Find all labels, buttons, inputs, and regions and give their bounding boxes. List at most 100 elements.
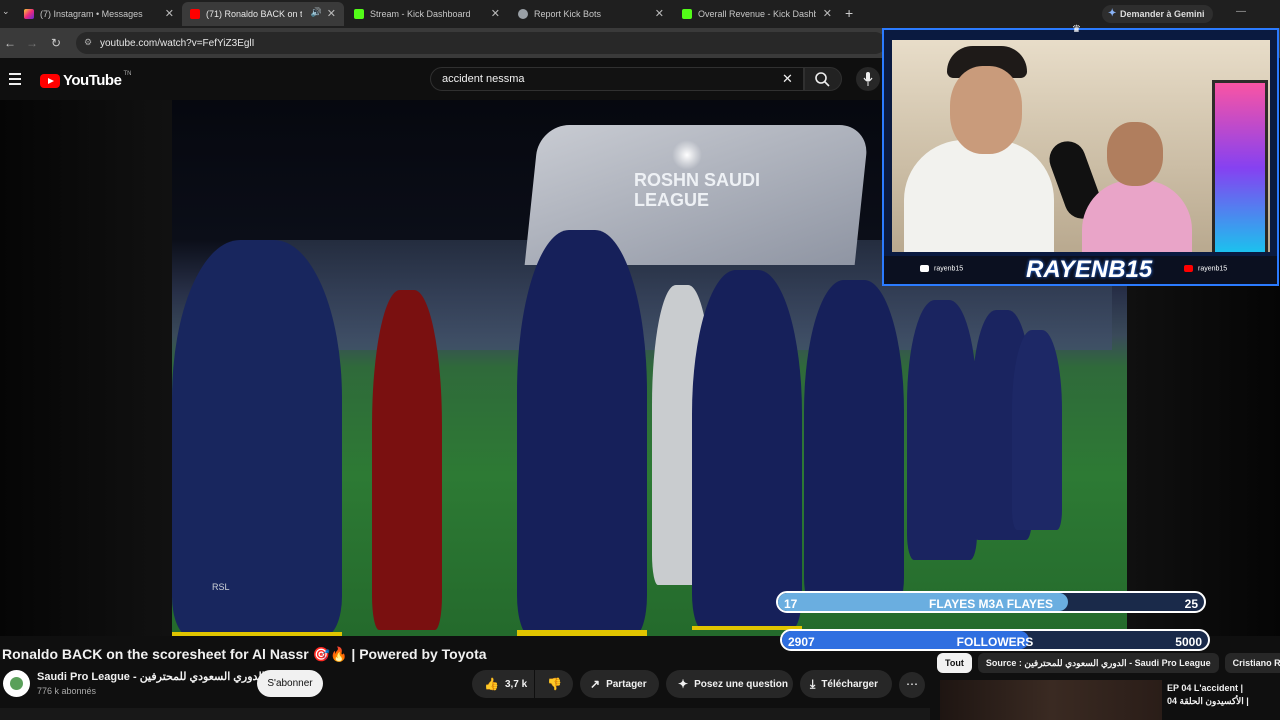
tab-label: Overall Revenue - Kick Dashbo bbox=[698, 9, 816, 19]
back-icon[interactable]: ← bbox=[4, 36, 16, 50]
youtube-handle: rayenb15 bbox=[1184, 265, 1227, 272]
goal-bar-flayes: 17 FLAYES M3A FLAYES 25 bbox=[776, 591, 1206, 613]
youtube-wordmark: YouTube bbox=[63, 72, 122, 89]
subscribe-button[interactable]: S'abonner bbox=[257, 670, 323, 697]
voice-search-button[interactable] bbox=[856, 67, 880, 91]
reload-icon[interactable]: ↻ bbox=[51, 36, 61, 50]
search-input[interactable]: accident nessma bbox=[430, 67, 804, 91]
streamer-body bbox=[904, 140, 1054, 252]
sparkle-icon: ✦ bbox=[1108, 8, 1117, 19]
menu-icon[interactable] bbox=[9, 73, 21, 88]
instagram-handle: rayenb15 bbox=[920, 265, 963, 272]
country-code: TN bbox=[123, 70, 132, 77]
subscriber-count: 776 k abonnés bbox=[37, 686, 97, 696]
tab-kick-stream[interactable]: Stream - Kick Dashboard ✕ bbox=[346, 2, 508, 26]
goal-target: 5000 bbox=[1175, 635, 1202, 649]
recommended-title[interactable]: EP 04 L'accident | الأكسيدون الحلقة 04 | bbox=[1167, 682, 1279, 708]
player-navy-4 bbox=[907, 300, 977, 560]
close-icon[interactable]: ✕ bbox=[327, 7, 336, 20]
forward-icon[interactable]: → bbox=[26, 36, 38, 50]
chevron-down-icon[interactable]: ⌄ bbox=[2, 6, 10, 17]
share-icon: ↗ bbox=[590, 677, 601, 691]
share-button[interactable]: ↗ Partager bbox=[580, 670, 659, 698]
tab-report-bots[interactable]: Report Kick Bots ✕ bbox=[510, 2, 672, 26]
download-icon: ⤓ bbox=[810, 676, 816, 691]
youtube-icon bbox=[190, 9, 200, 19]
chip-cristiano[interactable]: Cristiano R bbox=[1224, 653, 1280, 673]
chip-source[interactable]: Source : الدوري السعودي للمحترفين - Saud… bbox=[977, 653, 1219, 673]
goal-target: 25 bbox=[1184, 597, 1198, 611]
kick-icon bbox=[682, 9, 692, 19]
overlay-bottom-bar: rayenb15 RAYENB15 rayenb15 bbox=[884, 256, 1277, 284]
tab-instagram[interactable]: (7) Instagram • Messages ✕ bbox=[16, 2, 182, 26]
tab-label: (71) Ronaldo BACK on the s bbox=[206, 9, 302, 19]
microphone-icon bbox=[863, 72, 873, 86]
gemini-label: Demander à Gemini bbox=[1120, 9, 1205, 19]
clear-search-icon[interactable]: ✕ bbox=[782, 71, 793, 87]
channel-name[interactable]: Saudi Pro League - الدوري السعودي للمحتر… bbox=[37, 670, 273, 683]
instagram-icon bbox=[24, 9, 34, 19]
browser-tab-strip: ⌄ (7) Instagram • Messages ✕ (71) Ronald… bbox=[0, 0, 1280, 28]
player-navy-6 bbox=[1012, 330, 1062, 530]
chip-all[interactable]: Tout bbox=[937, 653, 972, 673]
search-icon bbox=[815, 72, 830, 87]
arch-text: ROSHN SAUDI LEAGUE bbox=[634, 170, 761, 210]
like-count: 3,7 k bbox=[504, 678, 528, 690]
sparkle-icon: ✦ bbox=[678, 677, 689, 691]
player-navy-2 bbox=[692, 270, 802, 630]
recommended-thumbnail[interactable] bbox=[940, 680, 1162, 720]
download-button[interactable]: ⤓ Télécharger bbox=[800, 670, 892, 698]
ask-label: Posez une question bbox=[694, 678, 788, 690]
tab-label: Report Kick Bots bbox=[534, 9, 602, 19]
guest-head bbox=[1107, 122, 1163, 186]
kick-icon bbox=[354, 9, 364, 19]
globe-icon bbox=[518, 9, 528, 19]
streamer-brand: RAYENB15 bbox=[1026, 256, 1153, 283]
site-info-icon[interactable]: ⚙ bbox=[84, 37, 92, 48]
instagram-icon bbox=[920, 265, 929, 272]
handle-right-text: rayenb15 bbox=[1198, 265, 1228, 273]
more-actions-icon[interactable]: ⋯ bbox=[899, 672, 925, 698]
floodlight bbox=[672, 140, 702, 170]
close-icon[interactable]: ✕ bbox=[823, 7, 832, 20]
close-icon[interactable]: ✕ bbox=[655, 7, 664, 20]
like-button[interactable]: 👍 3,7 k bbox=[472, 670, 534, 698]
new-tab-button[interactable]: + bbox=[845, 5, 853, 21]
goal-label: FLAYES M3A FLAYES bbox=[928, 597, 1054, 611]
download-label: Télécharger bbox=[821, 678, 879, 690]
video-title: Ronaldo BACK on the scoresheet for Al Na… bbox=[2, 646, 487, 662]
tab-youtube[interactable]: (71) Ronaldo BACK on the s 🔊 ✕ bbox=[182, 2, 344, 26]
goal-label: FOLLOWERS bbox=[956, 635, 1034, 649]
rgb-pc-case bbox=[1212, 80, 1268, 252]
dislike-button[interactable]: 👎 bbox=[535, 670, 573, 698]
speaker-icon[interactable]: 🔊 bbox=[311, 7, 322, 18]
youtube-logo[interactable]: YouTube TN bbox=[40, 70, 132, 89]
webcam-feed bbox=[892, 40, 1270, 252]
goal-bar-followers: 2907 FOLLOWERS 5000 bbox=[780, 629, 1210, 651]
player-navy-3 bbox=[804, 280, 904, 610]
tab-label: Stream - Kick Dashboard bbox=[370, 9, 471, 19]
thumbs-down-icon: 👎 bbox=[547, 677, 562, 691]
close-icon[interactable]: ✕ bbox=[491, 7, 500, 20]
close-icon[interactable]: ✕ bbox=[165, 7, 174, 20]
player-red bbox=[372, 290, 442, 630]
tab-label: (7) Instagram • Messages bbox=[40, 9, 143, 19]
handle-left-text: rayenb15 bbox=[934, 265, 964, 273]
gemini-button[interactable]: ✦ Demander à Gemini bbox=[1102, 5, 1213, 23]
streamer-head bbox=[950, 66, 1022, 154]
channel-name-text: Saudi Pro League - الدوري السعودي للمحتر… bbox=[37, 671, 265, 683]
youtube-play-icon bbox=[40, 73, 60, 88]
url-field[interactable]: ⚙ youtube.com/watch?v=FefYiZ3EglI bbox=[76, 32, 886, 54]
player-navy-1 bbox=[517, 230, 647, 636]
crown-icon: ♛ bbox=[1072, 24, 1081, 35]
ask-question-button[interactable]: ✦ Posez une question bbox=[666, 670, 793, 698]
search-button[interactable] bbox=[804, 67, 842, 91]
share-label: Partager bbox=[606, 678, 647, 690]
youtube-icon bbox=[1184, 265, 1193, 272]
minimize-icon[interactable]: — bbox=[1236, 6, 1246, 17]
tab-kick-revenue[interactable]: Overall Revenue - Kick Dashbo ✕ bbox=[674, 2, 840, 26]
channel-watermark: RSL bbox=[212, 582, 230, 592]
url-text: youtube.com/watch?v=FefYiZ3EglI bbox=[100, 37, 255, 49]
thumbs-up-icon: 👍 bbox=[484, 677, 499, 691]
channel-avatar[interactable] bbox=[3, 670, 30, 697]
